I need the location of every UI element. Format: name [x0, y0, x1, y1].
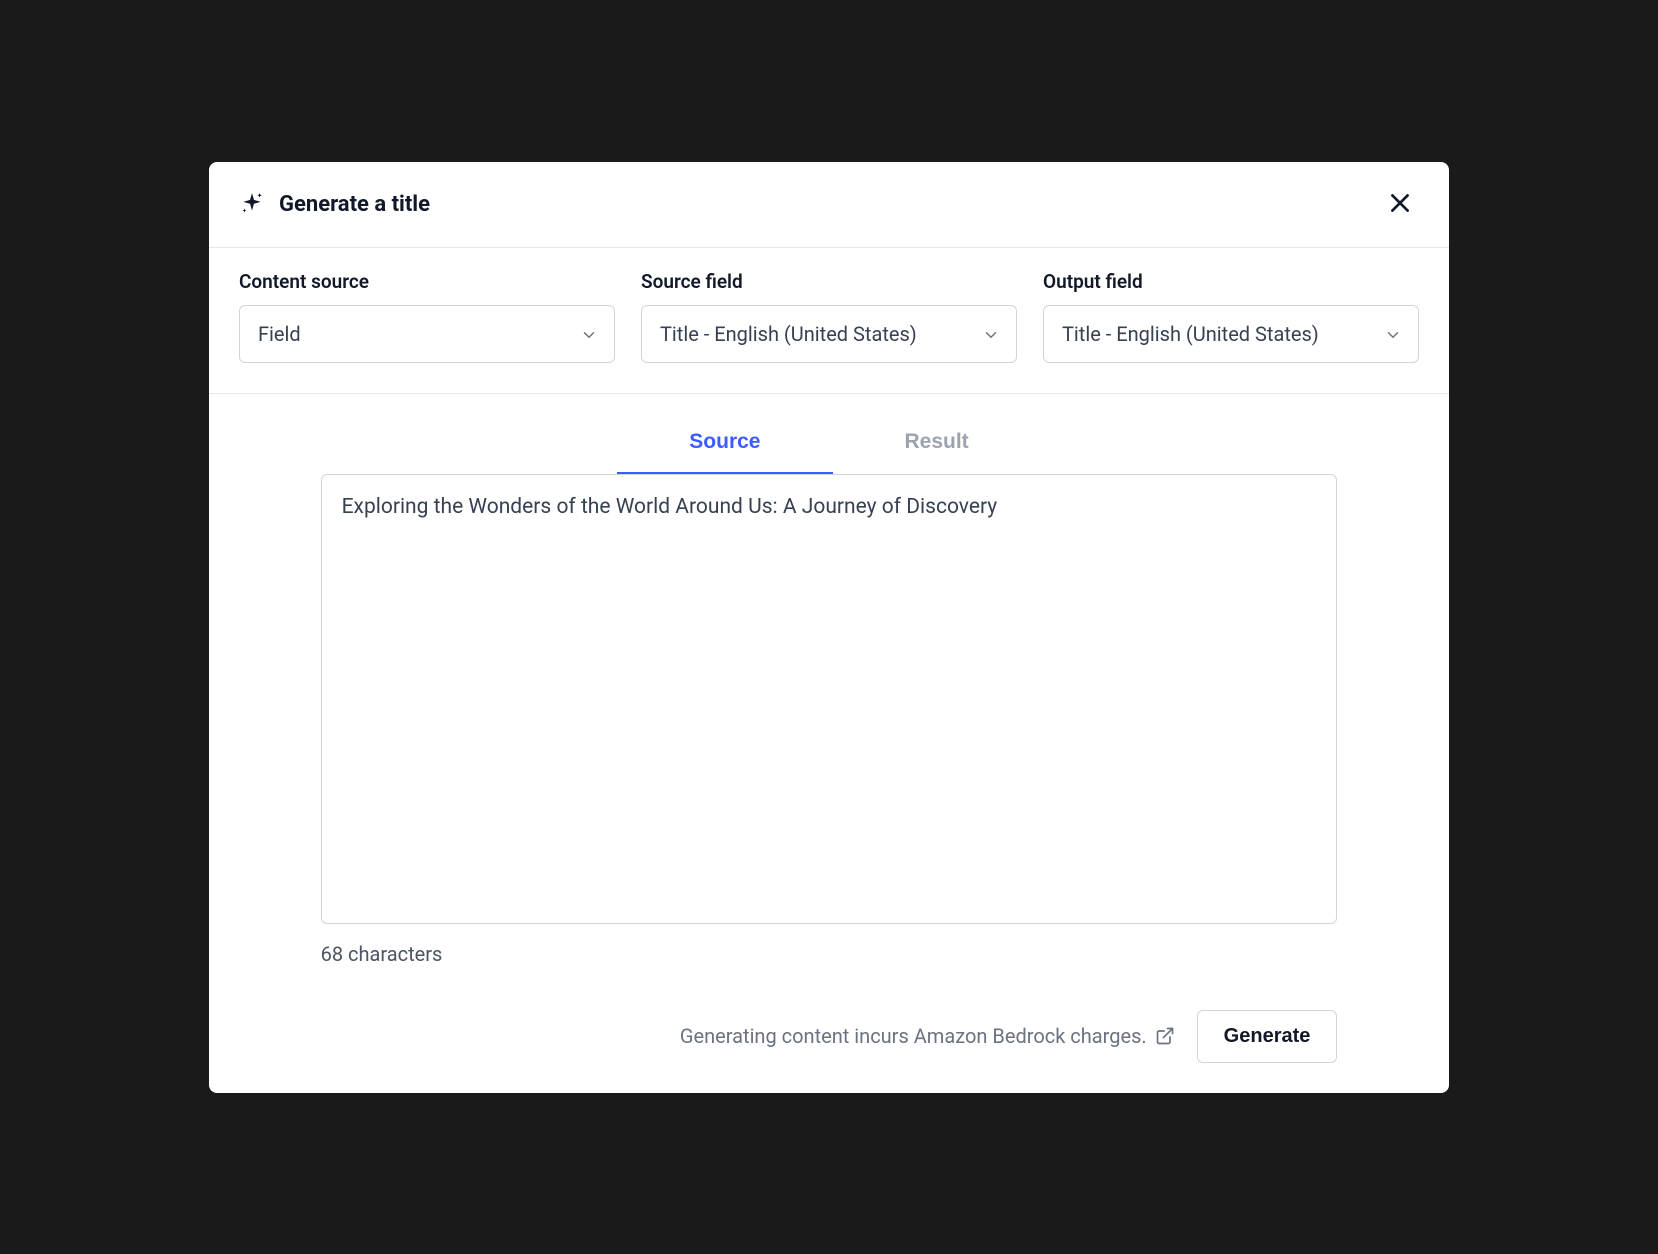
source-field-select[interactable]: Title - English (United States): [641, 305, 1017, 363]
chevron-down-icon: [580, 325, 598, 343]
chevron-down-icon: [982, 325, 1000, 343]
output-field-select[interactable]: Title - English (United States): [1043, 305, 1419, 363]
tabs: Source Result: [209, 416, 1449, 476]
footer: Generating content incurs Amazon Bedrock…: [321, 1010, 1338, 1063]
external-link-icon[interactable]: [1155, 1026, 1175, 1046]
close-button[interactable]: [1381, 184, 1419, 225]
content-wrap: 68 characters Generating content incurs …: [321, 474, 1338, 1063]
source-field-value: Title - English (United States): [660, 322, 917, 346]
content-source-label: Content source: [239, 270, 615, 293]
sparkle-icon: [239, 191, 265, 217]
tab-result[interactable]: Result: [833, 416, 1041, 476]
output-field-group: Output field Title - English (United Sta…: [1043, 270, 1419, 363]
close-icon: [1387, 190, 1413, 219]
tab-source[interactable]: Source: [617, 416, 832, 476]
content-source-value: Field: [258, 322, 301, 346]
disclaimer: Generating content incurs Amazon Bedrock…: [680, 1024, 1175, 1048]
generate-title-modal: Generate a title Content source Field So…: [209, 162, 1449, 1093]
content-source-group: Content source Field: [239, 270, 615, 363]
output-field-label: Output field: [1043, 270, 1419, 293]
form-row: Content source Field Source field Title …: [209, 248, 1449, 394]
source-field-label: Source field: [641, 270, 1017, 293]
char-count: 68 characters: [321, 942, 1338, 966]
modal-body: Source Result 68 characters Generating c…: [209, 394, 1449, 1093]
content-source-select[interactable]: Field: [239, 305, 615, 363]
modal-title: Generate a title: [279, 192, 430, 217]
source-field-group: Source field Title - English (United Sta…: [641, 270, 1017, 363]
source-textarea[interactable]: [321, 474, 1338, 924]
modal-title-wrap: Generate a title: [239, 191, 430, 217]
output-field-value: Title - English (United States): [1062, 322, 1319, 346]
generate-button[interactable]: Generate: [1197, 1010, 1338, 1063]
disclaimer-text: Generating content incurs Amazon Bedrock…: [680, 1024, 1147, 1048]
modal-header: Generate a title: [209, 162, 1449, 248]
chevron-down-icon: [1384, 325, 1402, 343]
